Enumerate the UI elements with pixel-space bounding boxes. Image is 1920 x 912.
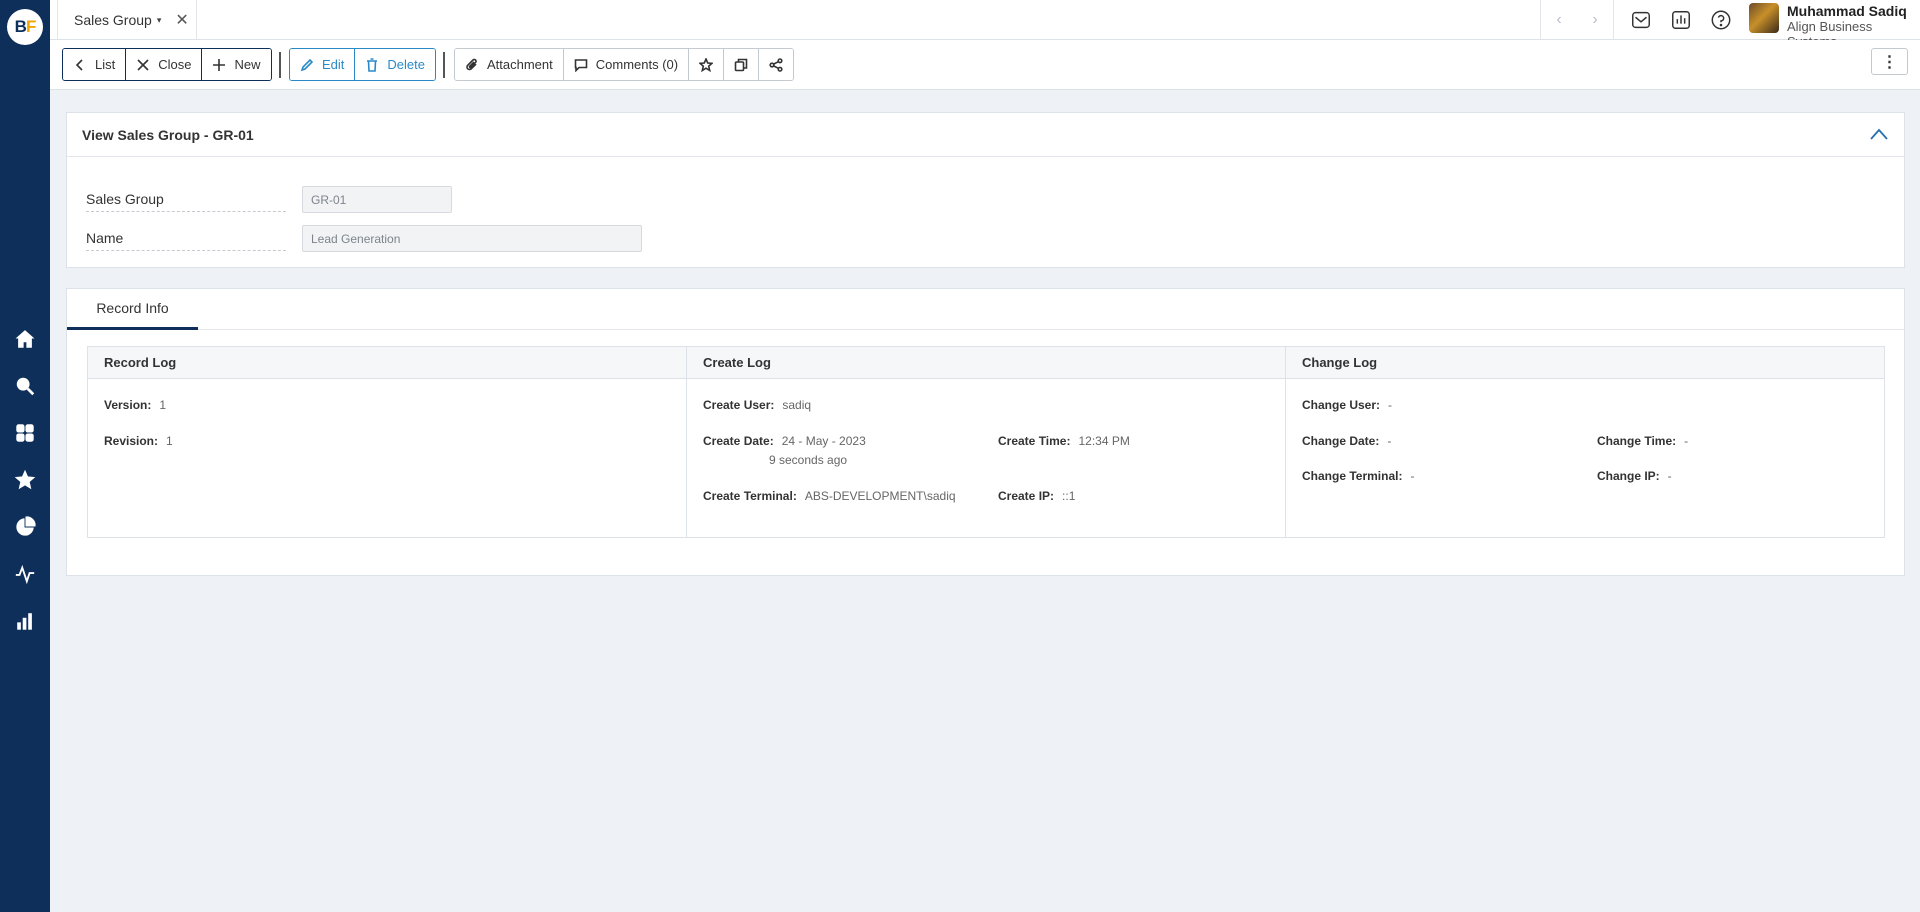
sales-group-field[interactable]: GR-01 — [302, 186, 452, 213]
plus-icon — [212, 58, 226, 72]
panel-title: View Sales Group - GR-01 — [67, 113, 1904, 157]
activity-icon[interactable] — [13, 562, 37, 586]
create-log-title: Create Log — [687, 347, 1285, 379]
change-user-row: Change User: - — [1302, 398, 1393, 412]
search-icon[interactable] — [13, 374, 37, 398]
chevron-up-icon[interactable] — [1869, 126, 1889, 142]
record-log-title: Record Log — [88, 347, 686, 379]
name-field[interactable]: Lead Generation — [302, 225, 642, 252]
create-user-row: Create User: sadiq — [703, 398, 812, 412]
toolbar-separator — [443, 52, 445, 78]
version-row: Version: 1 — [104, 398, 167, 412]
avatar[interactable] — [1749, 3, 1779, 33]
record-info-panel: Record Info Record Log Version: 1 Revisio… — [66, 288, 1905, 576]
comment-icon — [574, 58, 588, 72]
record-info-table: Record Log Version: 1 Revision: 1 Create L… — [87, 346, 1885, 538]
create-ip-row: Create IP:::1 — [998, 489, 1076, 503]
nav-button-group: List Close New — [62, 48, 272, 81]
mail-icon[interactable] — [1629, 8, 1653, 32]
user-name[interactable]: Muhammad Sadiq — [1787, 3, 1907, 19]
share-button[interactable] — [759, 49, 794, 80]
change-terminal-row: Change Terminal: - — [1302, 469, 1415, 483]
close-button[interactable]: Close — [126, 49, 203, 80]
revision-row: Revision: 1 — [104, 434, 173, 448]
toolbar: List Close New Edit Delete Attachment Co… — [50, 40, 1920, 90]
bar-chart-icon[interactable] — [13, 609, 37, 633]
actions-button-group: Attachment Comments (0) — [454, 48, 795, 81]
trash-icon — [365, 57, 379, 72]
paperclip-icon — [465, 58, 479, 72]
change-log-title: Change Log — [1286, 347, 1884, 379]
chevron-left-icon — [73, 58, 87, 72]
grid-icon[interactable] — [13, 421, 37, 445]
record-navigation: ‹ › — [1540, 0, 1614, 40]
close-icon[interactable]: ✕ — [175, 10, 188, 30]
create-terminal-row: Create Terminal: ABS-DEVELOPMENT\sadiq — [703, 489, 956, 503]
share-icon — [769, 57, 783, 72]
create-time-row: Create Time: 12:34 PM — [998, 434, 1130, 448]
change-time-row: Change Time: - — [1597, 434, 1689, 448]
close-icon — [136, 58, 150, 72]
tab-record-info[interactable]: Record Info — [67, 289, 198, 330]
edit-button-group: Edit Delete — [289, 48, 436, 81]
new-button[interactable]: New — [202, 49, 271, 80]
toolbar-separator — [279, 52, 281, 78]
prev-record-icon[interactable]: ‹ — [1556, 11, 1561, 29]
delete-button[interactable]: Delete — [355, 49, 435, 80]
comments-button[interactable]: Comments (0) — [563, 49, 690, 80]
edit-button[interactable]: Edit — [290, 49, 356, 80]
list-button[interactable]: List — [63, 49, 127, 80]
report-icon[interactable] — [1669, 8, 1693, 32]
change-log-column: Change Log Change User: - Change Date: - C… — [1286, 347, 1884, 537]
change-date-row: Change Date: - — [1302, 434, 1392, 448]
change-ip-row: Change IP: - — [1597, 469, 1672, 483]
view-panel: View Sales Group - GR-01 Sales Group GR-… — [66, 112, 1905, 268]
name-label: Name — [86, 230, 286, 251]
record-tabs: Record Info — [67, 289, 1904, 330]
more-options-button[interactable]: ⋮ — [1871, 48, 1908, 75]
tab-label: Sales Group — [74, 12, 152, 28]
copy-button[interactable] — [724, 49, 760, 80]
pie-chart-icon[interactable] — [13, 515, 37, 539]
create-date-row: Create Date: 24 - May - 2023 — [703, 434, 866, 448]
pencil-icon — [300, 58, 314, 72]
tab-sales-group[interactable]: Sales Group ▾ ✕ — [57, 0, 197, 40]
favorite-button[interactable] — [689, 49, 725, 80]
copy-icon — [734, 58, 748, 72]
chevron-down-icon[interactable]: ▾ — [157, 15, 162, 26]
home-icon[interactable] — [13, 327, 37, 351]
record-log-column: Record Log Version: 1 Revision: 1 — [88, 347, 687, 537]
sidebar: BF — [0, 0, 50, 912]
create-log-column: Create Log Create User: sadiq Create Date… — [687, 347, 1286, 537]
star-outline-icon — [699, 57, 714, 72]
app-logo[interactable]: BF — [7, 9, 43, 45]
next-record-icon[interactable]: › — [1592, 11, 1597, 29]
help-icon[interactable] — [1709, 8, 1733, 32]
attachment-button[interactable]: Attachment — [455, 49, 564, 80]
create-date-relative: 9 seconds ago — [769, 453, 848, 467]
sales-group-label: Sales Group — [86, 191, 286, 212]
star-icon[interactable] — [13, 468, 37, 492]
top-bar: Sales Group ▾ ✕ ‹ › Muhammad Sadiq Align… — [50, 0, 1920, 49]
